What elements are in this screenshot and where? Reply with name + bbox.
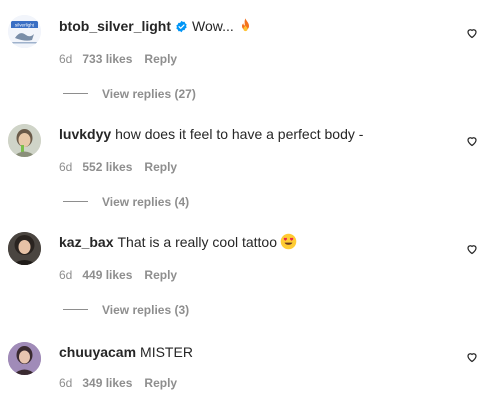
view-replies-button[interactable]: View replies (27) — [63, 87, 196, 101]
username[interactable]: chuuyacam — [59, 344, 136, 360]
profile-photo-avatar — [8, 124, 41, 157]
divider — [63, 93, 88, 94]
comment-meta: 6d 449 likes Reply — [59, 268, 177, 282]
heart-outline-icon[interactable] — [466, 351, 478, 363]
heart-outline-icon[interactable] — [466, 135, 478, 147]
comment-text: how does it feel to have a perfect body … — [115, 126, 364, 142]
reply-button[interactable]: Reply — [144, 52, 177, 66]
view-replies-label: View replies (3) — [102, 303, 190, 317]
like-count[interactable]: 449 likes — [82, 268, 132, 282]
comment-item: luvkdyy how does it feel to have a perfec… — [0, 108, 491, 216]
comment-time: 6d — [59, 52, 73, 66]
avatar[interactable]: silverlight — [8, 15, 41, 48]
comment-item: chuuyacam MISTER 6d 349 likes Reply — [0, 324, 491, 406]
profile-photo-avatar — [8, 342, 41, 375]
avatar[interactable] — [8, 342, 41, 375]
comment-line: chuuyacam MISTER — [59, 343, 193, 361]
comment-text: That is a really cool tattoo — [117, 234, 278, 250]
comment-line: luvkdyy how does it feel to have a perfec… — [59, 125, 363, 143]
comment-line: btob_silver_light Wow... — [59, 17, 254, 38]
heart-outline-icon[interactable] — [466, 27, 478, 39]
comment-meta: 6d 349 likes Reply — [59, 376, 177, 390]
profile-photo-avatar — [8, 232, 41, 265]
silverlight-logo-avatar: silverlight — [8, 15, 41, 48]
avatar[interactable] — [8, 232, 41, 265]
divider — [63, 309, 88, 310]
comment-line: kaz_bax That is a really cool tattoo — [59, 233, 297, 254]
comment-meta: 6d 733 likes Reply — [59, 52, 177, 66]
view-replies-label: View replies (4) — [102, 195, 190, 209]
avatar[interactable] — [8, 124, 41, 157]
like-count[interactable]: 349 likes — [82, 376, 132, 390]
like-count[interactable]: 552 likes — [82, 160, 132, 174]
comment-time: 6d — [59, 376, 73, 390]
heart-outline-icon[interactable] — [466, 243, 478, 255]
divider — [63, 201, 88, 202]
reply-button[interactable]: Reply — [144, 376, 177, 390]
view-replies-button[interactable]: View replies (4) — [63, 195, 189, 209]
comment-item: kaz_bax That is a really cool tattoo 6d 44… — [0, 216, 491, 324]
comment-time: 6d — [59, 268, 73, 282]
comment-meta: 6d 552 likes Reply — [59, 160, 177, 174]
avatar-logo-text: silverlight — [15, 23, 35, 28]
username[interactable]: btob_silver_light — [59, 18, 171, 34]
username[interactable]: luvkdyy — [59, 126, 111, 142]
heart-eyes-emoji — [280, 233, 297, 254]
username[interactable]: kaz_bax — [59, 234, 113, 250]
verified-badge-icon — [175, 19, 188, 37]
comment-item: silverlight btob_silver_light Wow... 6d 73… — [0, 0, 491, 108]
comment-time: 6d — [59, 160, 73, 174]
comment-text: MISTER — [140, 344, 193, 360]
fire-emoji — [237, 17, 254, 38]
reply-button[interactable]: Reply — [144, 160, 177, 174]
reply-button[interactable]: Reply — [144, 268, 177, 282]
like-count[interactable]: 733 likes — [82, 52, 132, 66]
comment-text: Wow... — [192, 18, 234, 34]
view-replies-label: View replies (27) — [102, 87, 196, 101]
view-replies-button[interactable]: View replies (3) — [63, 303, 189, 317]
